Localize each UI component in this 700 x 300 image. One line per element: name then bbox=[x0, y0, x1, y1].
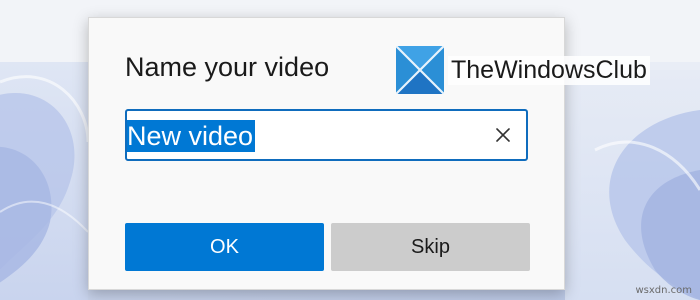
video-name-input[interactable]: New video bbox=[125, 109, 528, 161]
dialog-title: Name your video bbox=[125, 52, 330, 82]
close-icon bbox=[496, 128, 510, 142]
skip-button[interactable]: Skip bbox=[331, 223, 530, 271]
clear-input-button[interactable] bbox=[490, 122, 516, 148]
video-name-value[interactable]: New video bbox=[127, 120, 256, 152]
watermark-site-name: TheWindowsClub bbox=[448, 55, 650, 85]
background-bottom bbox=[88, 290, 565, 300]
watermark-logo: TheWindowsClub bbox=[396, 46, 650, 94]
wallpaper-bloom-right bbox=[594, 110, 700, 300]
wallpaper-left bbox=[0, 62, 90, 300]
screenshot: Name your video New video OK Skip TheWin… bbox=[0, 0, 700, 300]
wallpaper-bloom-left bbox=[0, 75, 88, 283]
twc-logo-icon bbox=[396, 46, 444, 94]
wallpaper-right bbox=[565, 70, 700, 300]
ok-button[interactable]: OK bbox=[125, 223, 324, 271]
credit-text: wsxdn.com bbox=[635, 285, 692, 296]
